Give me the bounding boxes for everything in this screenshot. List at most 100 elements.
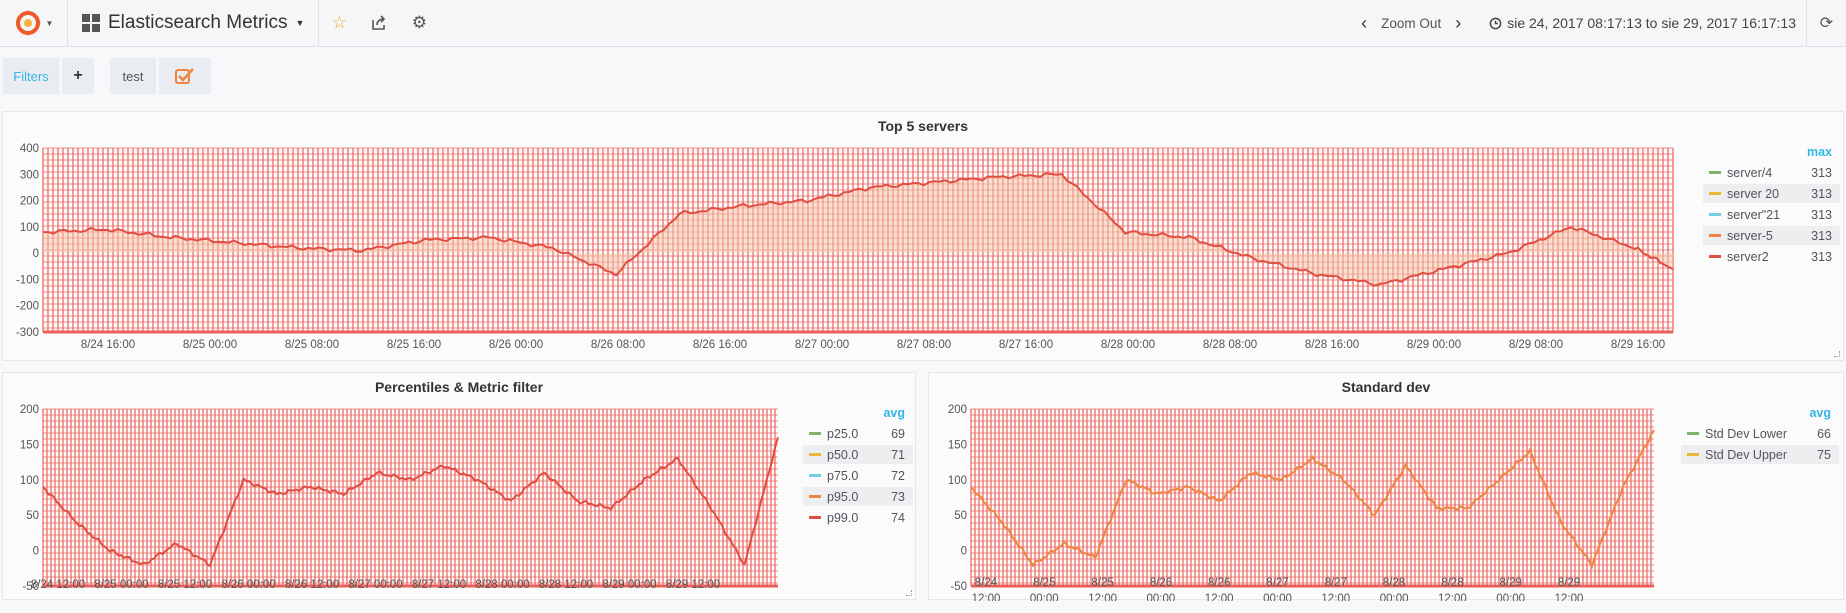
filter-toggle-button[interactable] [159,58,211,94]
legend-color-swatch[interactable] [809,474,821,477]
x-tick-label: 8/24 12:00 [972,577,1001,601]
x-tick-label: 8/26 00:00 [221,579,275,591]
legend-color-swatch[interactable] [1687,432,1699,435]
legend-item[interactable]: p50.0 71 [803,445,913,464]
y-tick-label: 150 [20,439,39,451]
legend-header[interactable]: avg [883,406,905,420]
legend-item[interactable]: server"21 313 [1703,205,1840,224]
legend-color-swatch[interactable] [809,432,821,435]
resize-handle[interactable] [906,590,912,596]
legend-series-name[interactable]: p95.0 [827,490,858,504]
y-tick-label: 0 [33,248,39,260]
share-icon [372,15,386,30]
gear-icon: ⚙ [411,13,428,32]
legend-color-swatch[interactable] [809,516,821,519]
dashboard-grid-icon [82,14,100,32]
x-tick-label: 8/29 00:00 [1407,339,1461,351]
x-tick-label: 8/28 12:00 [539,579,593,591]
legend-series-name[interactable]: server 20 [1727,187,1779,201]
x-tick-label: 8/27 08:00 [897,339,951,351]
filters-label[interactable]: Filters [3,58,59,94]
legend-item[interactable]: server/4 313 [1703,163,1840,182]
x-tick-label: 8/27 16:00 [999,339,1053,351]
time-forward-button[interactable]: › [1455,13,1461,34]
refresh-button[interactable]: ⟳ [1806,0,1846,47]
legend-series-name[interactable]: Std Dev Upper [1705,448,1787,462]
x-tick-label: 8/25 16:00 [387,339,441,351]
legend-item[interactable]: server-5 313 [1703,226,1840,245]
add-filter-button[interactable]: + [62,58,94,94]
settings-button[interactable]: ⚙ [399,0,439,47]
x-tick-label: 8/28 00:00 [475,579,529,591]
zoom-out-button[interactable]: Zoom Out [1381,16,1441,31]
legend-value: 74 [891,510,905,525]
legend-color-swatch[interactable] [1687,453,1699,456]
grafana-logo-menu[interactable]: ▼ [0,0,68,47]
percentiles-graph[interactable]: 200150100500-508/24 12:00 8/25 00:00 8/25 … [3,373,803,601]
legend-item[interactable]: p99.0 74 [803,508,913,527]
time-range-picker[interactable]: sie 24, 2017 08:17:13 to sie 29, 2017 16… [1479,15,1806,31]
legend-series-name[interactable]: p25.0 [827,427,858,441]
x-tick-label: 8/26 16:00 [693,339,747,351]
legend-item[interactable]: p25.0 69 [803,424,913,443]
x-tick-label: 8/29 00:00 [602,579,656,591]
legend-value: 71 [891,447,905,462]
y-tick-label: 200 [20,196,39,208]
y-tick-label: -200 [16,301,39,313]
legend-series-name[interactable]: Std Dev Lower [1705,427,1787,441]
legend-value: 75 [1817,447,1831,462]
legend-series-name[interactable]: p75.0 [827,469,858,483]
legend-item[interactable]: Std Dev Upper 75 [1681,445,1839,464]
legend-color-swatch[interactable] [1709,234,1721,237]
y-tick-label: -100 [16,274,39,286]
legend-color-swatch[interactable] [1709,171,1721,174]
time-range-text: sie 24, 2017 08:17:13 to sie 29, 2017 16… [1507,15,1796,31]
top-navbar: ▼ Elasticsearch Metrics ▼ ☆ ⚙ ‹ Zoom Out… [0,0,1846,47]
legend-color-swatch[interactable] [1709,192,1721,195]
x-tick-label: 8/29 16:00 [1611,339,1665,351]
legend-color-swatch[interactable] [1709,255,1721,258]
dashboard-title-picker[interactable]: Elasticsearch Metrics ▼ [68,0,320,47]
x-tick-label: 8/26 00:00 [489,339,543,351]
legend-value: 313 [1811,228,1832,243]
filter-bar: Filters + test [0,58,211,96]
legend-series-name[interactable]: server-5 [1727,229,1773,243]
caret-down-icon: ▼ [45,18,54,28]
legend-series-name[interactable]: server"21 [1727,208,1780,222]
y-tick-label: 400 [20,143,39,155]
y-tick-label: 200 [948,404,967,416]
legend-item[interactable]: p75.0 72 [803,466,913,485]
legend-color-swatch[interactable] [809,495,821,498]
legend-series-name[interactable]: p50.0 [827,448,858,462]
y-tick-label: 0 [961,546,967,558]
legend-header[interactable]: avg [1809,406,1831,420]
share-button[interactable] [359,0,399,47]
legend-item[interactable]: p95.0 73 [803,487,913,506]
legend-value: 313 [1811,249,1832,264]
star-button[interactable]: ☆ [319,0,359,47]
x-tick-label: 8/26 12:00 [1205,577,1234,601]
caret-down-icon: ▼ [295,18,305,28]
legend: avg p25.0 69 p50.0 71 p75.0 72 p95.0 73 p99.0 74 [803,406,913,526]
legend: max server/4 313 server 20 313 server"21 313 s… [1703,145,1840,275]
legend-color-swatch[interactable] [809,453,821,456]
checkbox-checked-icon [175,68,194,84]
legend-color-swatch[interactable] [1709,213,1721,216]
time-back-button[interactable]: ‹ [1361,13,1367,34]
dashboard-title: Elasticsearch Metrics [108,12,288,33]
x-tick-label: 8/26 12:00 [285,579,339,591]
x-tick-label: 8/29 08:00 [1509,339,1563,351]
legend-series-name[interactable]: p99.0 [827,511,858,525]
standard-dev-graph[interactable]: 200 150 100 50 0 -50 8/24 12:00 8/25 00:00 8/25 12:… [929,373,1689,601]
legend-series-name[interactable]: server2 [1727,250,1769,264]
legend-item[interactable]: Std Dev Lower 66 [1681,424,1839,443]
top-5-servers-graph[interactable]: 400 300 200 100 0 -100 -200 -300 8/24 16:00 8/25 … [3,112,1703,362]
legend-series-name[interactable]: server/4 [1727,166,1772,180]
resize-handle[interactable] [1834,351,1840,357]
legend-item[interactable]: server2 313 [1703,247,1840,266]
legend-item[interactable]: server 20 313 [1703,184,1840,203]
test-filter-tag[interactable]: test [110,58,156,94]
x-tick-label: 8/25 00:00 [1030,577,1059,601]
legend-header[interactable]: max [1807,145,1832,159]
panel-standard-dev: Standard dev 200 150 100 50 0 -50 8/24 12:00 8/2… [928,372,1844,601]
